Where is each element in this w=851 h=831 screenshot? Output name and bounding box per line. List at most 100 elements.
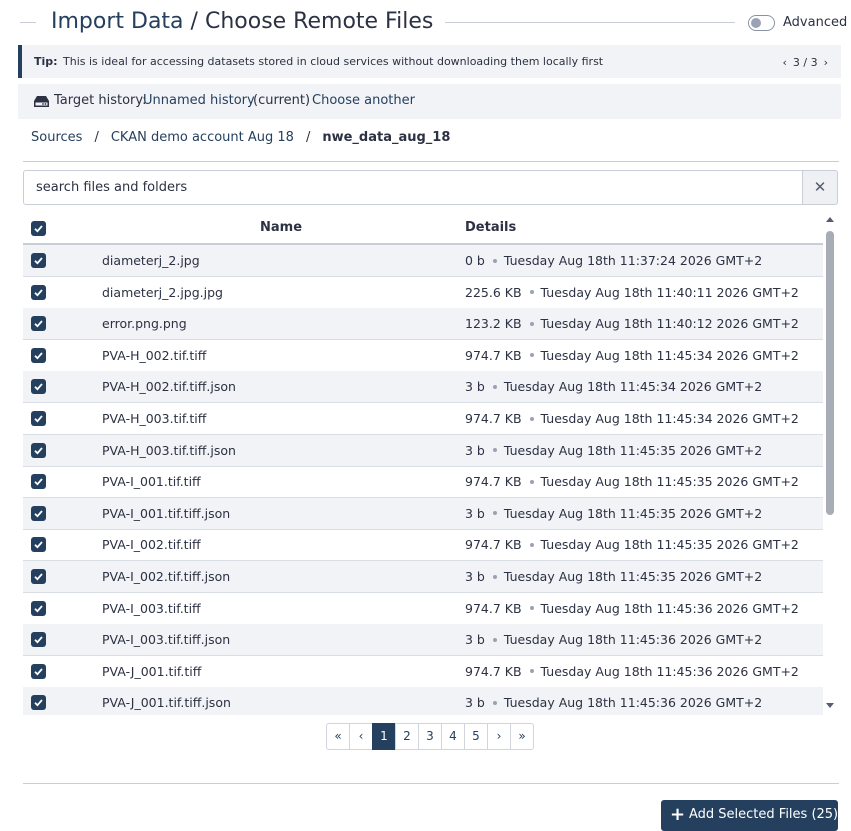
file-name[interactable]: PVA-J_001.tif.tiff [102, 664, 201, 679]
file-name[interactable]: PVA-J_001.tif.tiff.json [102, 695, 231, 710]
file-size: 3 b [465, 505, 485, 521]
breadcrumb-sources[interactable]: Sources [31, 130, 82, 145]
table-row[interactable]: PVA-I_001.tif.tiff 974.7 KB Tuesday Aug 18… [23, 466, 823, 499]
table-header: Name Details [23, 212, 823, 245]
row-checkbox[interactable] [31, 316, 46, 332]
table-row[interactable]: PVA-H_002.tif.tiff 974.7 KB Tuesday Aug 18… [23, 340, 823, 372]
row-checkbox[interactable] [31, 411, 46, 426]
file-name[interactable]: PVA-H_003.tif.tiff [102, 411, 206, 426]
file-table: Name Details diameterj_2.jpg 0 b Tuesday A… [23, 212, 823, 715]
select-all-checkbox[interactable] [31, 221, 46, 236]
file-name[interactable]: PVA-I_001.tif.tiff.json [102, 506, 230, 521]
toggle-knob [751, 18, 761, 28]
file-size: 3 b [465, 695, 485, 711]
title-import-link[interactable]: Import Data [51, 9, 184, 34]
breadcrumb-separator: / [305, 130, 311, 145]
page-last-button[interactable]: » [510, 723, 534, 750]
table-row[interactable]: PVA-I_002.tif.tiff 974.7 KB Tuesday Aug 18… [23, 529, 823, 562]
row-checkbox[interactable] [31, 347, 46, 363]
file-name[interactable]: error.png.png [102, 316, 187, 331]
table-row[interactable]: diameterj_2.jpg 0 b Tuesday Aug 18th 11:37… [23, 245, 823, 277]
target-history-bar: Target history: Unnamed history (current… [18, 84, 841, 119]
table-row[interactable]: PVA-I_003.tif.tiff 974.7 KB Tuesday Aug 18… [23, 593, 823, 625]
file-details: 974.7 KB Tuesday Aug 18th 11:45:36 2026 G… [465, 601, 799, 616]
file-name[interactable]: PVA-I_003.tif.tiff [102, 601, 201, 616]
table-row[interactable]: PVA-H_003.tif.tiff.json 3 b Tuesday Aug 18… [23, 434, 823, 467]
add-selected-files-label: Add Selected Files (25) [689, 807, 839, 822]
checkmark-icon [34, 415, 43, 423]
table-row[interactable]: error.png.png 123.2 KB Tuesday Aug 18th 11… [23, 308, 823, 341]
file-name[interactable]: PVA-H_003.tif.tiff.json [102, 443, 236, 458]
row-checkbox[interactable] [31, 569, 46, 584]
row-checkbox[interactable] [31, 695, 46, 711]
search-input[interactable] [24, 171, 802, 204]
row-checkbox[interactable] [31, 253, 46, 268]
page-3-button[interactable]: 3 [418, 723, 442, 750]
file-name[interactable]: diameterj_2.jpg.jpg [102, 285, 223, 300]
table-row[interactable]: PVA-J_001.tif.tiff 974.7 KB Tuesday Aug 18… [23, 656, 823, 688]
clear-search-button[interactable]: ✕ [802, 170, 838, 205]
page-2-button[interactable]: 2 [395, 723, 419, 750]
checkmark-icon [34, 541, 43, 549]
row-checkbox[interactable] [31, 600, 46, 616]
table-row[interactable]: PVA-I_003.tif.tiff.json 3 b Tuesday Aug 18… [23, 624, 823, 657]
page-next-button[interactable]: › [487, 723, 511, 750]
history-name-link[interactable]: Unnamed history [143, 93, 255, 108]
file-size: 974.7 KB [465, 474, 522, 490]
table-row[interactable]: PVA-H_002.tif.tiff.json 3 b Tuesday Aug 18… [23, 371, 823, 404]
advanced-toggle[interactable] [748, 15, 775, 31]
scroll-up-arrow[interactable] [826, 217, 834, 222]
bullet-separator [529, 416, 534, 421]
advanced-label[interactable]: Advanced [783, 15, 847, 30]
table-row[interactable]: PVA-I_001.tif.tiff.json 3 b Tuesday Aug 18… [23, 497, 823, 530]
breadcrumb: Sources / CKAN demo account Aug 18 / nwe_dat… [31, 130, 450, 145]
file-date: Tuesday Aug 18th 11:45:34 2026 GMT+2 [503, 379, 763, 395]
choose-another-link[interactable]: Choose another [312, 93, 415, 108]
row-checkbox[interactable] [31, 505, 46, 521]
breadcrumb-divider [23, 161, 839, 162]
file-name[interactable]: PVA-I_002.tif.tiff.json [102, 569, 230, 584]
file-name[interactable]: PVA-H_002.tif.tiff [102, 348, 206, 363]
row-checkbox[interactable] [31, 379, 46, 395]
page-4-button[interactable]: 4 [441, 723, 465, 750]
row-checkbox[interactable] [31, 537, 46, 553]
file-name[interactable]: PVA-I_002.tif.tiff [102, 537, 201, 552]
file-details: 974.7 KB Tuesday Aug 18th 11:45:36 2026 G… [465, 664, 799, 679]
file-name[interactable]: PVA-I_003.tif.tiff.json [102, 632, 230, 647]
row-checkbox[interactable] [31, 632, 46, 648]
add-selected-files-button[interactable]: + Add Selected Files (25) [661, 800, 838, 831]
file-name[interactable]: PVA-H_002.tif.tiff.json [102, 379, 236, 394]
page-1-button[interactable]: 1 [372, 723, 396, 750]
search-box [23, 170, 803, 205]
tip-label: Tip: [34, 55, 58, 68]
row-checkbox[interactable] [31, 284, 46, 300]
file-size: 0 b [465, 253, 485, 268]
file-date: Tuesday Aug 18th 11:45:35 2026 GMT+2 [503, 569, 763, 584]
column-header-name[interactable]: Name [260, 220, 302, 235]
tip-prev-button[interactable]: ‹ [782, 56, 786, 69]
row-checkbox[interactable] [31, 474, 46, 490]
page-5-button[interactable]: 5 [464, 723, 488, 750]
bullet-separator [492, 258, 497, 263]
header-divider-right [445, 22, 735, 23]
scrollbar-thumb[interactable] [826, 231, 834, 515]
file-date: Tuesday Aug 18th 11:45:36 2026 GMT+2 [503, 632, 763, 648]
page-first-button[interactable]: « [326, 723, 350, 750]
table-row[interactable]: PVA-H_003.tif.tiff 974.7 KB Tuesday Aug 18… [23, 403, 823, 435]
table-row[interactable]: PVA-J_001.tif.tiff.json 3 b Tuesday Aug 18… [23, 687, 823, 715]
checkmark-icon [34, 573, 43, 581]
table-row[interactable]: diameterj_2.jpg.jpg 225.6 KB Tuesday Aug 1… [23, 277, 823, 309]
row-checkbox[interactable] [31, 442, 46, 458]
file-details: 3 b Tuesday Aug 18th 11:45:36 2026 GMT+2 [465, 695, 762, 710]
file-size: 123.2 KB [465, 316, 522, 332]
tip-next-button[interactable]: › [824, 56, 828, 69]
file-details: 974.7 KB Tuesday Aug 18th 11:45:35 2026 G… [465, 474, 799, 489]
file-name[interactable]: PVA-I_001.tif.tiff [102, 474, 201, 489]
scroll-down-arrow[interactable] [826, 703, 834, 708]
pagination: « ‹ 1 2 3 4 5 › » [326, 723, 534, 750]
breadcrumb-account[interactable]: CKAN demo account Aug 18 [111, 130, 294, 145]
page-prev-button[interactable]: ‹ [349, 723, 373, 750]
file-name[interactable]: diameterj_2.jpg [102, 253, 200, 268]
table-row[interactable]: PVA-I_002.tif.tiff.json 3 b Tuesday Aug 18… [23, 561, 823, 593]
row-checkbox[interactable] [31, 663, 46, 679]
